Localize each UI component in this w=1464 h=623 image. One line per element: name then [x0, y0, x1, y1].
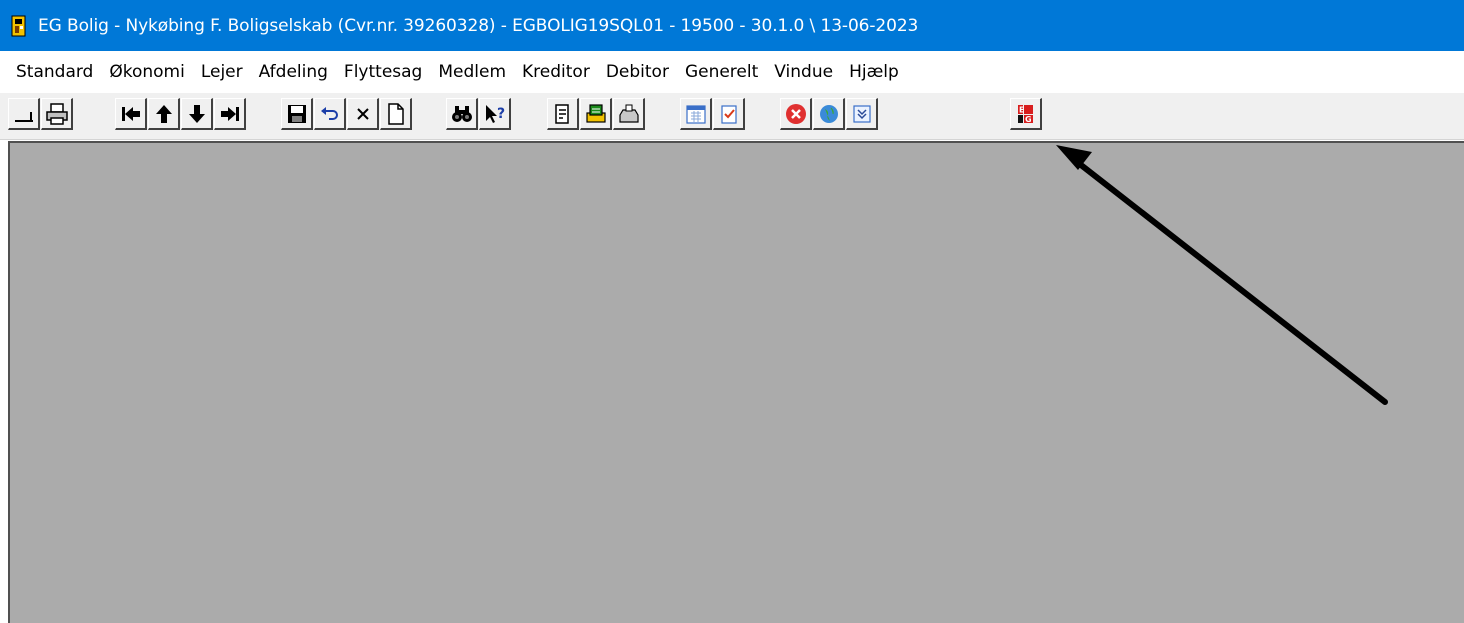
find-icon	[451, 105, 472, 122]
checklist-button[interactable]	[713, 98, 745, 130]
close-red-icon	[785, 103, 806, 124]
menu-flyttesag[interactable]: Flyttesag	[336, 62, 430, 82]
menu-afdeling[interactable]: Afdeling	[251, 62, 336, 82]
inbox-icon	[618, 104, 639, 123]
eg-logo-icon: E G	[1017, 104, 1033, 124]
toolbar: ? E G	[0, 93, 1464, 140]
app-logo-icon	[10, 15, 28, 37]
last-record-icon	[220, 106, 239, 121]
save-button[interactable]	[281, 98, 313, 130]
eg-logo-button[interactable]: E G	[1010, 98, 1042, 130]
next-record-icon	[188, 104, 205, 123]
delete-icon	[356, 107, 369, 120]
undo-icon	[320, 106, 338, 120]
window-title: EG Bolig - Nykøbing F. Boligselskab (Cvr…	[38, 15, 919, 36]
svg-text:?: ?	[497, 106, 505, 122]
close-button[interactable]	[780, 98, 812, 130]
mdi-workspace	[8, 141, 1464, 623]
print-icon	[45, 102, 68, 125]
menu-vindue[interactable]: Vindue	[766, 62, 841, 82]
print-preview-button[interactable]	[580, 98, 612, 130]
undo-button[interactable]	[314, 98, 346, 130]
last-record-button[interactable]	[214, 98, 246, 130]
globe-icon	[819, 104, 838, 123]
svg-text:G: G	[1025, 115, 1032, 124]
menu-bar: Standard Økonomi Lejer Afdeling Flyttesa…	[0, 51, 1464, 93]
expand-down-button[interactable]	[846, 98, 878, 130]
context-help-button[interactable]: ?	[479, 98, 511, 130]
expand-down-icon	[852, 104, 871, 123]
print-preview-icon	[585, 103, 606, 123]
first-record-icon	[121, 106, 140, 121]
menu-medlem[interactable]: Medlem	[430, 62, 514, 82]
previous-record-icon	[155, 104, 172, 123]
save-icon	[287, 104, 306, 123]
title-bar: EG Bolig - Nykøbing F. Boligselskab (Cvr…	[0, 0, 1464, 51]
first-record-button[interactable]	[115, 98, 147, 130]
new-document-icon	[387, 102, 404, 125]
find-button[interactable]	[446, 98, 478, 130]
menu-okonomi[interactable]: Økonomi	[101, 62, 192, 82]
calendar-icon	[685, 104, 706, 124]
menu-hjaelp[interactable]: Hjælp	[841, 62, 907, 82]
notes-button[interactable]	[547, 98, 579, 130]
inbox-button[interactable]	[613, 98, 645, 130]
new-document-button[interactable]	[380, 98, 412, 130]
menu-lejer[interactable]: Lejer	[193, 62, 251, 82]
minimize-icon	[14, 111, 33, 122]
delete-button[interactable]	[347, 98, 379, 130]
previous-record-button[interactable]	[148, 98, 180, 130]
minimize-button[interactable]	[8, 98, 40, 130]
print-button[interactable]	[41, 98, 73, 130]
menu-kreditor[interactable]: Kreditor	[514, 62, 598, 82]
notes-icon	[554, 103, 569, 124]
globe-button[interactable]	[813, 98, 845, 130]
menu-standard[interactable]: Standard	[8, 62, 101, 82]
next-record-button[interactable]	[181, 98, 213, 130]
svg-text:E: E	[1019, 105, 1024, 114]
menu-debitor[interactable]: Debitor	[598, 62, 677, 82]
calendar-button[interactable]	[680, 98, 712, 130]
checklist-icon	[720, 104, 737, 124]
menu-generelt[interactable]: Generelt	[677, 62, 766, 82]
context-help-icon: ?	[485, 104, 505, 123]
